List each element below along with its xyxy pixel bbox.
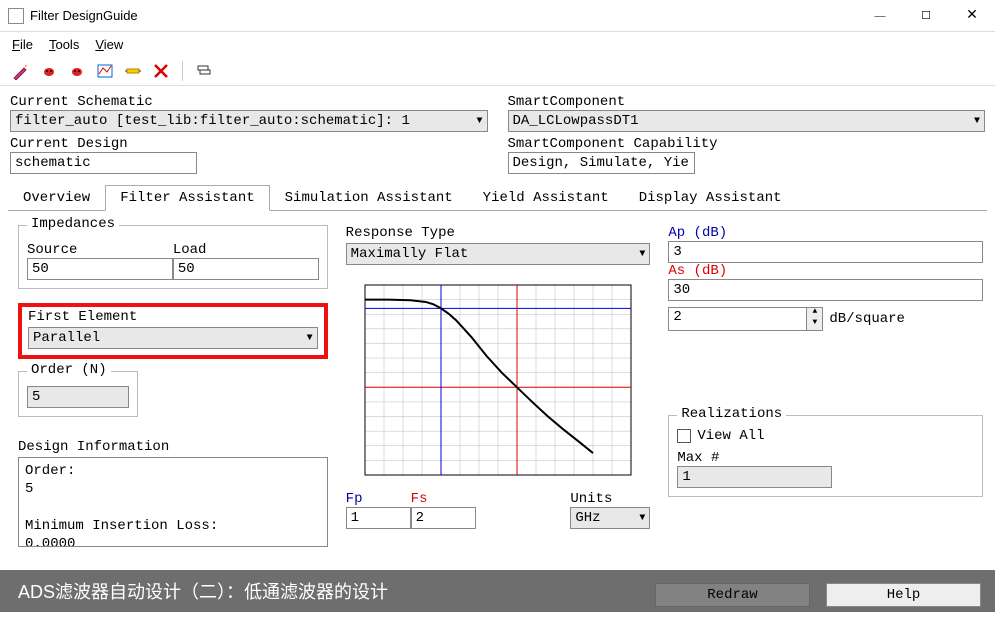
spinner-down-icon[interactable]: ▼ [807,319,822,330]
db-per-square-spinner[interactable]: 2 ▲ ▼ [668,307,823,331]
impedances-fieldset: Impedances Source Load [18,225,328,289]
load-input[interactable] [173,258,319,280]
menu-file[interactable]: File [6,35,39,54]
current-schematic-value: filter_auto [test_lib:filter_auto:schema… [15,113,410,129]
bug-icon-1[interactable] [38,60,60,82]
center-column: Response Type Maximally Flat ▼ Fp Fs Uni… [346,225,651,547]
tab-simulation-assistant[interactable]: Simulation Assistant [270,185,468,211]
right-column: Ap (dB) As (dB) 2 ▲ ▼ dB/square Realizat… [668,225,983,547]
max-input[interactable] [677,466,832,488]
units-select[interactable]: GHz ▼ [570,507,650,529]
units-label: Units [570,491,650,507]
first-element-value: Parallel [33,330,100,346]
view-all-label: View All [697,428,764,444]
db-per-square-value: 2 [669,308,806,330]
realizations-legend: Realizations [677,406,786,422]
toolbar [0,56,995,86]
first-element-select[interactable]: Parallel ▼ [28,327,318,349]
source-input[interactable] [27,258,173,280]
current-schematic-select[interactable]: filter_auto [test_lib:filter_auto:schema… [10,110,488,132]
tab-filter-assistant[interactable]: Filter Assistant [105,185,269,211]
ap-label: Ap (dB) [668,225,983,241]
delete-icon[interactable] [150,60,172,82]
design-info: Design Information Order: 5 Minimum Inse… [18,439,328,547]
load-label: Load [173,242,319,258]
chevron-down-icon: ▼ [639,249,645,260]
view-all-checkbox[interactable] [677,429,691,443]
source-label: Source [27,242,173,258]
order-input[interactable] [27,386,129,408]
chevron-down-icon: ▼ [307,333,313,344]
realizations-fieldset: Realizations View All Max # [668,415,983,497]
design-info-box[interactable]: Order: 5 Minimum Insertion Loss: 0.0000 [18,457,328,547]
smartcomponent-cap-input[interactable] [508,152,695,174]
layers-icon[interactable] [193,60,215,82]
chevron-down-icon: ▼ [476,116,482,127]
bug-icon-2[interactable] [66,60,88,82]
fs-input[interactable] [411,507,476,529]
ap-input[interactable] [668,241,983,263]
bottom-buttons: Redraw Help [655,583,981,607]
app-icon [8,8,24,24]
chevron-down-icon: ▼ [639,513,645,524]
order-fieldset: Order (N) [18,371,138,417]
chart-icon[interactable] [94,60,116,82]
fp-label: Fp [346,491,411,507]
response-type-select[interactable]: Maximally Flat ▼ [346,243,651,265]
db-per-square-row: 2 ▲ ▼ dB/square [668,307,983,331]
toolbar-separator [182,61,183,81]
titlebar: Filter DesignGuide — ☐ ✕ [0,0,995,32]
maximize-button[interactable]: ☐ [903,1,949,31]
menubar: File Tools View [0,32,995,56]
fs-label: Fs [411,491,476,507]
current-design-input[interactable] [10,152,197,174]
units-value: GHz [575,510,600,526]
fp-input[interactable] [346,507,411,529]
frequency-row: Fp Fs Units GHz ▼ [346,491,651,529]
tab-display-assistant[interactable]: Display Assistant [624,185,797,211]
tab-overview[interactable]: Overview [8,185,105,211]
impedances-legend: Impedances [27,216,119,232]
current-design-label: Current Design [10,136,488,152]
form-area: Current Schematic filter_auto [test_lib:… [0,86,995,174]
content: Impedances Source Load First Element Par… [0,211,995,547]
as-input[interactable] [668,279,983,301]
order-legend: Order (N) [27,362,111,378]
current-schematic-label: Current Schematic [10,94,488,110]
smartcomponent-label: SmartComponent [508,94,986,110]
max-label: Max # [677,450,974,466]
help-button[interactable]: Help [826,583,981,607]
chevron-down-icon: ▼ [974,116,980,127]
response-type-value: Maximally Flat [351,246,469,262]
smartcomponent-value: DA_LCLowpassDT1 [513,113,639,129]
response-graph [353,275,643,485]
first-element-label: First Element [28,309,318,325]
wand-icon[interactable] [10,60,32,82]
menu-view[interactable]: View [89,35,129,54]
response-type-label: Response Type [346,225,651,241]
tabs: Overview Filter Assistant Simulation Ass… [8,184,987,211]
design-info-label: Design Information [18,439,328,455]
redraw-button[interactable]: Redraw [655,583,810,607]
close-button[interactable]: ✕ [949,1,995,31]
menu-tools[interactable]: Tools [43,35,85,54]
smartcomponent-cap-label: SmartComponent Capability [508,136,986,152]
resistor-icon[interactable] [122,60,144,82]
smartcomponent-select[interactable]: DA_LCLowpassDT1 ▼ [508,110,986,132]
db-per-square-unit: dB/square [829,311,905,327]
first-element-highlight: First Element Parallel ▼ [18,303,328,359]
minimize-button[interactable]: — [857,1,903,31]
window-title: Filter DesignGuide [30,8,857,23]
as-label: As (dB) [668,263,983,279]
left-column: Impedances Source Load First Element Par… [18,225,328,547]
tab-yield-assistant[interactable]: Yield Assistant [468,185,624,211]
